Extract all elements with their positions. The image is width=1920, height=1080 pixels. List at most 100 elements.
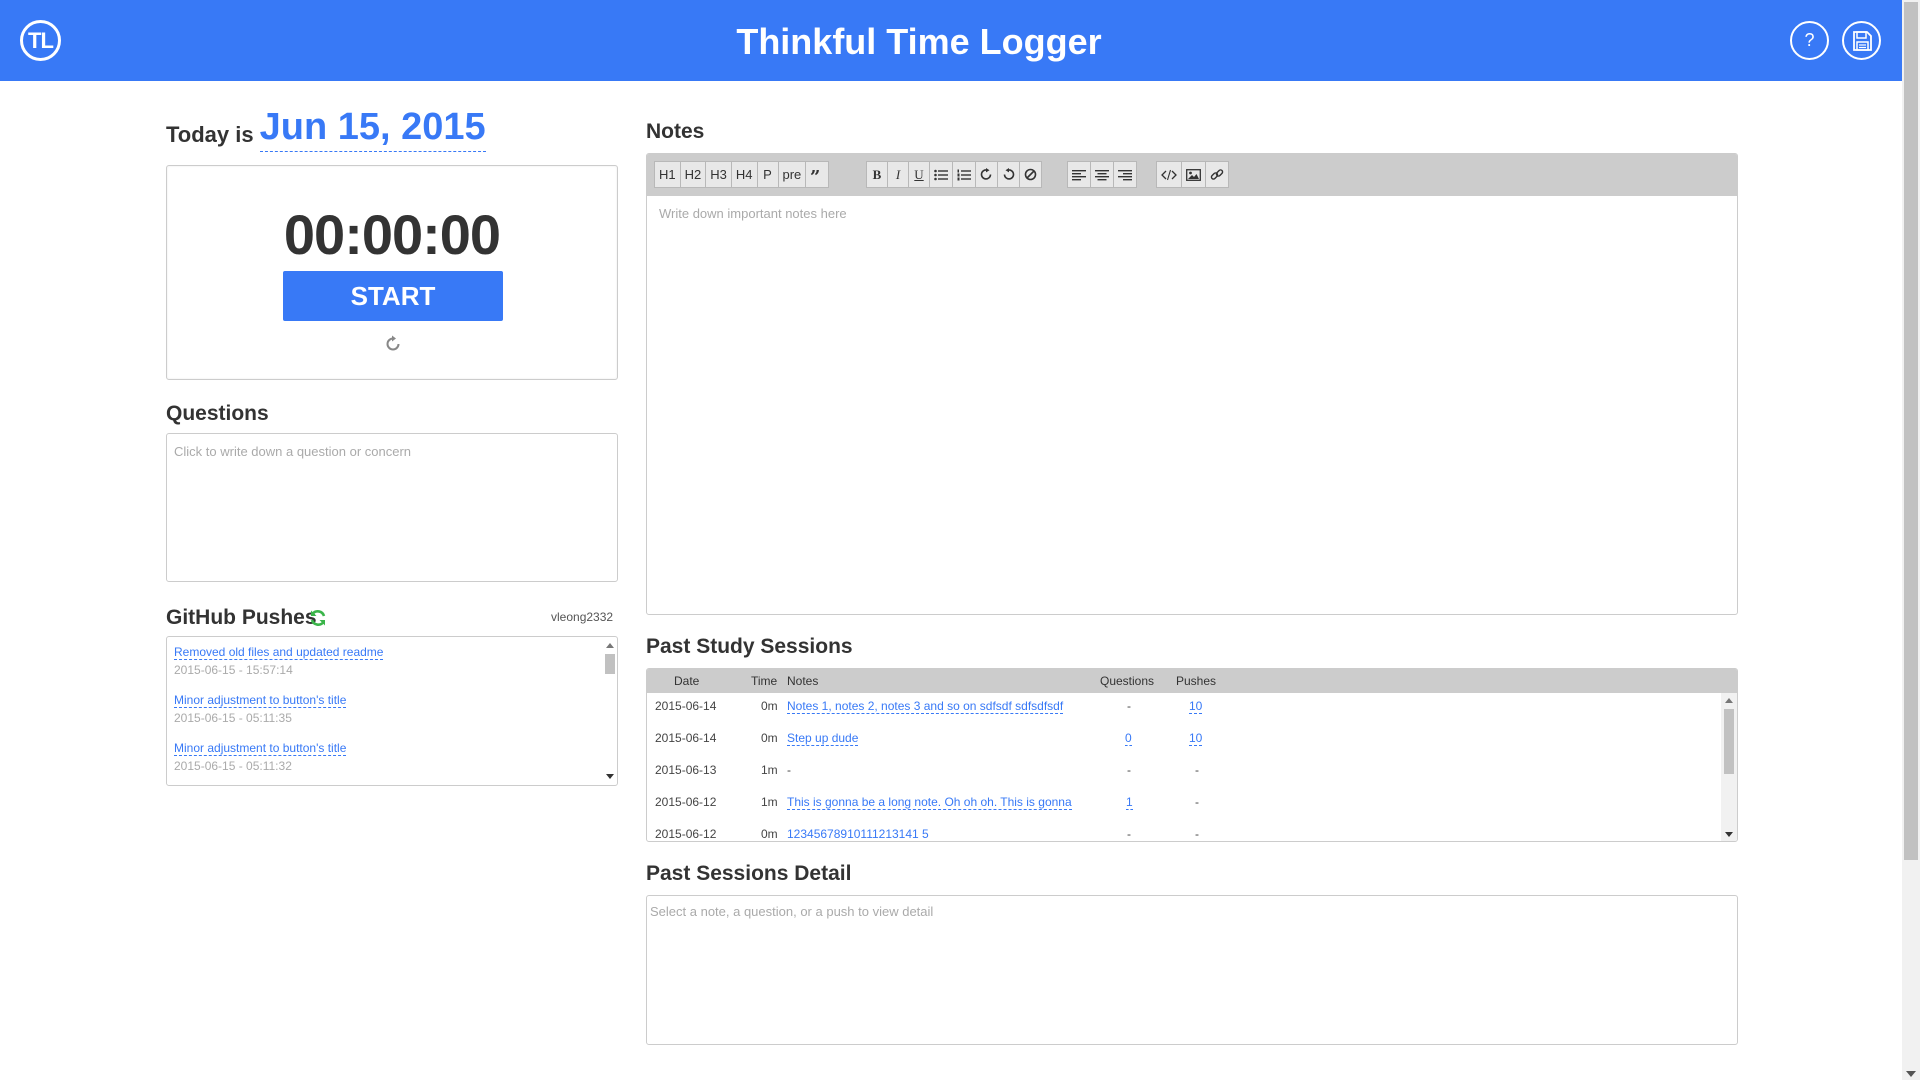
pre-button[interactable]: pre bbox=[777, 161, 807, 188]
h3-button[interactable]: H3 bbox=[705, 161, 732, 188]
align-right-button[interactable] bbox=[1113, 161, 1137, 188]
row-notes-link[interactable]: Notes 1, notes 2, notes 3 and so on sdfs… bbox=[787, 699, 1064, 714]
numbered-list-button[interactable] bbox=[952, 161, 976, 188]
push-message[interactable]: Removed old files and updated readme bbox=[174, 645, 384, 660]
row-time: 0m bbox=[761, 731, 778, 745]
session-detail-panel[interactable]: Select a note, a question, or a push to … bbox=[646, 895, 1738, 1045]
table-row[interactable]: 2015-06-12 0m 12345678910111213141 5 - - bbox=[647, 827, 1737, 841]
row-pushes: - bbox=[1195, 827, 1199, 841]
h4-button[interactable]: H4 bbox=[730, 161, 758, 188]
column-header-time[interactable]: Time bbox=[751, 674, 777, 688]
row-questions-link[interactable]: 0 bbox=[1125, 731, 1132, 746]
bold-button[interactable]: B bbox=[866, 161, 888, 188]
italic-button[interactable]: I bbox=[887, 161, 909, 188]
quote-icon: ” bbox=[810, 169, 820, 181]
timer-display: 00:00:00 bbox=[283, 203, 501, 266]
column-header-date[interactable]: Date bbox=[674, 674, 699, 688]
start-button[interactable]: START bbox=[283, 271, 503, 321]
push-message[interactable]: Minor adjustment to button's title bbox=[174, 693, 347, 708]
ban-icon bbox=[1024, 168, 1037, 181]
row-pushes: - bbox=[1195, 795, 1199, 809]
push-message[interactable]: Minor adjustment to button's title bbox=[174, 741, 347, 756]
notes-textarea[interactable]: Write down important notes here bbox=[647, 196, 1737, 614]
page-scrollbar[interactable] bbox=[1902, 0, 1920, 1080]
notes-editor: H1 H2 H3 H4 P pre ” B I U Write down imp… bbox=[646, 153, 1738, 615]
today-row: Today is Jun 15, 2015 bbox=[166, 106, 486, 152]
scroll-up-arrow-icon[interactable] bbox=[1725, 698, 1733, 703]
scroll-down-arrow-icon[interactable] bbox=[1725, 832, 1733, 837]
detail-placeholder: Select a note, a question, or a push to … bbox=[650, 904, 934, 919]
svg-text:”: ” bbox=[810, 169, 820, 181]
undo-button[interactable] bbox=[997, 161, 1020, 188]
pushes-scrollbar[interactable] bbox=[601, 637, 617, 785]
bullet-list-icon bbox=[934, 169, 948, 180]
scroll-up-arrow-icon[interactable] bbox=[606, 643, 614, 648]
scroll-down-arrow-icon[interactable] bbox=[606, 774, 614, 779]
table-row[interactable]: 2015-06-14 0m Step up dude 0 10 bbox=[647, 731, 1737, 763]
table-header: Date Time Notes Questions Pushes bbox=[647, 669, 1737, 693]
scroll-down-arrow-icon[interactable] bbox=[1906, 1071, 1916, 1077]
row-notes-link[interactable]: This is gonna be a long note. Oh oh oh. … bbox=[787, 795, 1072, 810]
row-time: 1m bbox=[761, 795, 778, 809]
align-left-button[interactable] bbox=[1067, 161, 1091, 188]
github-title: GitHub Pushes bbox=[166, 606, 317, 629]
paragraph-button[interactable]: P bbox=[756, 161, 779, 188]
row-time: 0m bbox=[761, 699, 778, 713]
sessions-scrollbar[interactable] bbox=[1721, 693, 1737, 841]
list-item: Minor adjustment to button's title 2015-… bbox=[174, 739, 347, 773]
underline-button[interactable]: U bbox=[908, 161, 930, 188]
link-button[interactable] bbox=[1205, 161, 1229, 188]
row-questions-link[interactable]: 1 bbox=[1126, 795, 1133, 810]
row-date: 2015-06-13 bbox=[655, 763, 717, 777]
table-row[interactable]: 2015-06-12 1m This is gonna be a long no… bbox=[647, 795, 1737, 827]
row-pushes-link[interactable]: 10 bbox=[1189, 699, 1203, 714]
column-header-questions[interactable]: Questions bbox=[1100, 674, 1154, 688]
image-button[interactable] bbox=[1181, 161, 1206, 188]
refresh-icon[interactable] bbox=[383, 334, 403, 354]
code-button[interactable] bbox=[1156, 161, 1182, 188]
push-time: 2015-06-15 - 05:11:32 bbox=[174, 759, 292, 773]
github-pushes-list[interactable]: Removed old files and updated readme 201… bbox=[166, 636, 618, 786]
save-button[interactable] bbox=[1842, 21, 1881, 60]
row-notes: - bbox=[787, 763, 791, 777]
row-pushes: - bbox=[1195, 763, 1199, 777]
quote-button[interactable]: ” bbox=[805, 161, 830, 188]
table-row[interactable]: 2015-06-14 0m Notes 1, notes 2, notes 3 … bbox=[647, 699, 1737, 731]
row-date: 2015-06-14 bbox=[655, 699, 717, 713]
clear-format-button[interactable] bbox=[1019, 161, 1042, 188]
page-scrollbar-thumb[interactable] bbox=[1904, 2, 1918, 860]
questions-placeholder: Click to write down a question or concer… bbox=[174, 444, 412, 459]
h1-button[interactable]: H1 bbox=[654, 161, 681, 188]
sessions-scrollbar-thumb[interactable] bbox=[1724, 709, 1734, 774]
row-questions: - bbox=[1127, 827, 1131, 841]
code-icon bbox=[1161, 169, 1177, 180]
align-center-icon bbox=[1095, 169, 1109, 180]
format-group: B I U bbox=[866, 161, 1042, 188]
align-left-icon bbox=[1072, 169, 1086, 180]
align-group bbox=[1067, 161, 1137, 188]
help-button[interactable]: ? bbox=[1790, 21, 1829, 60]
floppy-disk-icon bbox=[1852, 30, 1872, 51]
column-header-notes[interactable]: Notes bbox=[787, 674, 818, 688]
row-notes-link[interactable]: Step up dude bbox=[787, 731, 859, 746]
table-row[interactable]: 2015-06-13 1m - - - bbox=[647, 763, 1737, 795]
detail-title: Past Sessions Detail bbox=[646, 862, 852, 885]
app-title: Thinkful Time Logger bbox=[736, 21, 1102, 62]
today-label: Today is bbox=[166, 122, 254, 147]
pushes-scrollbar-thumb[interactable] bbox=[605, 654, 615, 674]
list-item: Minor adjustment to button's title 2015-… bbox=[174, 691, 347, 725]
align-center-button[interactable] bbox=[1090, 161, 1114, 188]
timer-panel: 00:00:00 START bbox=[166, 165, 618, 380]
row-notes-link[interactable]: 12345678910111213141 5 bbox=[787, 827, 929, 841]
sessions-title: Past Study Sessions bbox=[646, 635, 853, 658]
image-icon bbox=[1186, 168, 1201, 181]
questions-input[interactable]: Click to write down a question or concer… bbox=[166, 433, 618, 582]
h2-button[interactable]: H2 bbox=[679, 161, 707, 188]
sync-icon[interactable] bbox=[308, 608, 328, 628]
redo-button[interactable] bbox=[975, 161, 998, 188]
column-header-pushes[interactable]: Pushes bbox=[1176, 674, 1216, 688]
today-date[interactable]: Jun 15, 2015 bbox=[259, 106, 486, 152]
insert-group bbox=[1156, 161, 1229, 188]
row-pushes-link[interactable]: 10 bbox=[1189, 731, 1203, 746]
bullet-list-button[interactable] bbox=[929, 161, 953, 188]
